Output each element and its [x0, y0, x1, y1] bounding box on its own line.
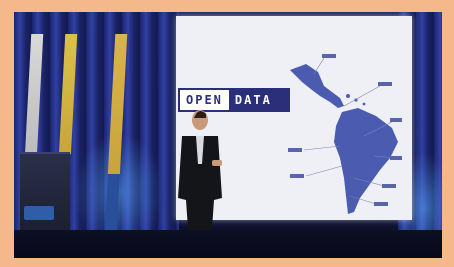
conference-photo: OPEN DATA	[14, 12, 442, 258]
stage-floor	[14, 230, 442, 258]
podium-logo	[24, 206, 54, 220]
map-central-america	[290, 64, 344, 108]
latin-america-map	[288, 54, 402, 214]
photo-frame: OPEN DATA	[0, 0, 454, 267]
map-caribbean-island	[362, 102, 366, 106]
map-caribbean-island	[346, 94, 350, 98]
slide-title-data: DATA	[228, 88, 290, 112]
speaker-hand	[212, 160, 222, 166]
